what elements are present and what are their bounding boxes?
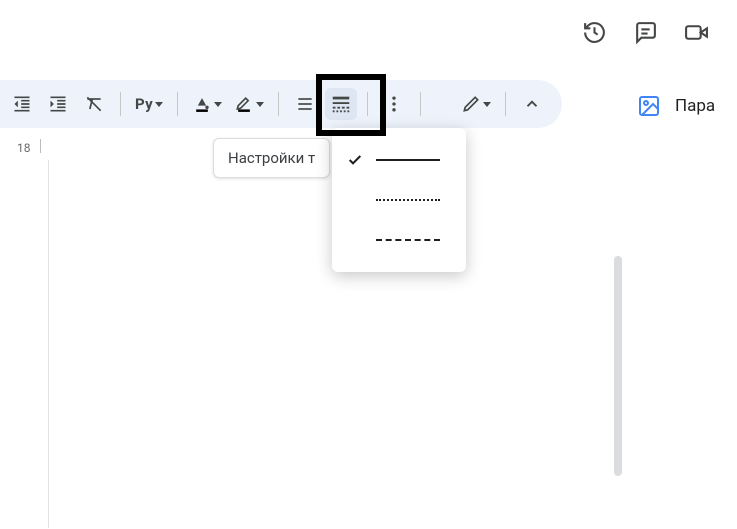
fill-color-button[interactable] <box>188 88 226 120</box>
border-style-option-dotted[interactable] <box>332 180 466 220</box>
video-icon <box>684 20 709 45</box>
highlight-color-icon <box>234 94 254 114</box>
separator <box>120 92 121 116</box>
highlight-color-button[interactable] <box>230 88 268 120</box>
line-solid-sample <box>376 159 440 161</box>
script-format-button[interactable]: Pу <box>131 88 167 120</box>
collapse-toolbar-button[interactable] <box>516 88 548 120</box>
clear-formatting-icon <box>84 94 104 114</box>
check-placeholder <box>346 191 364 209</box>
scrollbar[interactable] <box>614 256 622 476</box>
clear-formatting-button[interactable] <box>78 88 110 120</box>
chevron-down-icon <box>214 102 222 107</box>
pen-icon <box>461 94 481 114</box>
indent-decrease-icon <box>12 94 32 114</box>
page-canvas[interactable] <box>48 160 603 528</box>
ruler-number: 18 <box>17 141 31 155</box>
more-vertical-icon <box>384 94 404 114</box>
border-style-icon <box>330 93 352 115</box>
border-style-option-dashed[interactable] <box>332 220 466 260</box>
line-dotted-sample <box>376 199 440 201</box>
script-label: Pу <box>135 95 153 113</box>
history-icon <box>582 20 607 45</box>
ruler-tick <box>40 139 41 153</box>
side-panel[interactable]: Пара <box>637 86 737 126</box>
comment-icon <box>633 20 658 45</box>
border-style-button[interactable] <box>325 88 357 120</box>
border-style-option-solid[interactable] <box>332 140 466 180</box>
chevron-down-icon <box>155 102 163 107</box>
tooltip: Настройки т <box>213 138 330 178</box>
side-panel-label: Пара <box>675 96 715 116</box>
separator <box>177 92 178 116</box>
separator <box>420 92 421 116</box>
chevron-down-icon <box>256 102 264 107</box>
separator <box>278 92 279 116</box>
toolbar: Pу <box>0 80 562 128</box>
line-spacing-button[interactable] <box>289 88 321 120</box>
border-style-dropdown <box>332 128 466 272</box>
indent-increase-button[interactable] <box>42 88 74 120</box>
line-dashed-sample <box>376 239 440 241</box>
check-icon <box>346 151 364 169</box>
fill-color-icon <box>192 94 212 114</box>
indent-increase-icon <box>48 94 68 114</box>
history-button[interactable] <box>582 20 607 45</box>
header-actions <box>582 20 709 45</box>
separator <box>367 92 368 116</box>
pen-button[interactable] <box>457 88 495 120</box>
image-icon <box>637 94 661 118</box>
indent-decrease-button[interactable] <box>6 88 38 120</box>
toolbar-container: Pу <box>0 80 737 128</box>
line-spacing-icon <box>295 94 315 114</box>
chevron-up-icon <box>523 95 541 113</box>
comments-button[interactable] <box>633 20 658 45</box>
more-options-button[interactable] <box>378 88 410 120</box>
present-button[interactable] <box>684 20 709 45</box>
chevron-down-icon <box>483 102 491 107</box>
tooltip-text: Настройки т <box>228 149 315 167</box>
separator <box>505 92 506 116</box>
check-placeholder <box>346 231 364 249</box>
